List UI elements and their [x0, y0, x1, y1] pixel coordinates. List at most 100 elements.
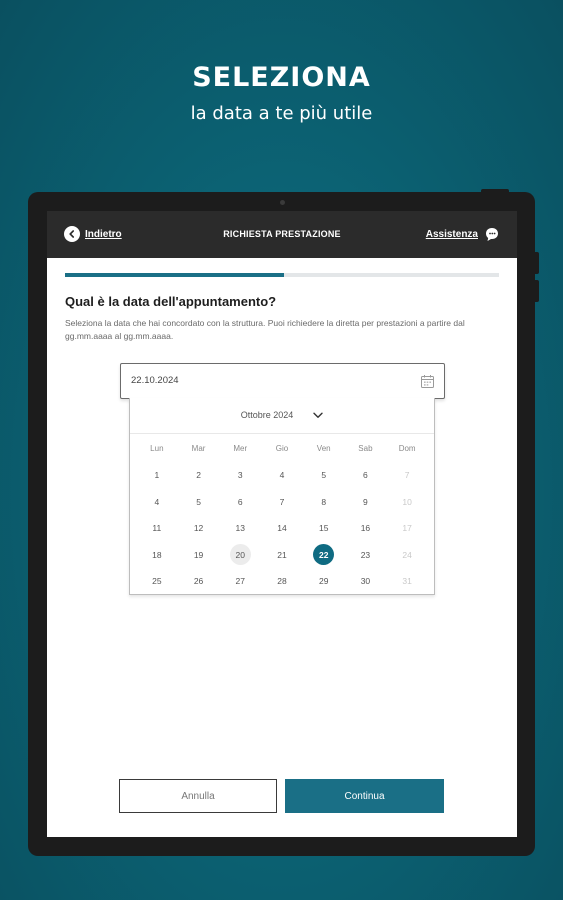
calendar-day: 17 — [386, 515, 428, 542]
calendar-day: 24 — [386, 542, 428, 569]
weekday-header: Mar — [191, 444, 206, 453]
app-screen: Indietro RICHIESTA PRESTAZIONE Assistenz… — [47, 211, 517, 837]
calendar-day[interactable]: 16 — [345, 515, 387, 542]
continue-button[interactable]: Continua — [285, 779, 444, 813]
calendar-day-label: 5 — [321, 470, 327, 481]
calendar-day[interactable]: 7 — [261, 489, 303, 516]
calendar-day[interactable]: 28 — [261, 568, 303, 595]
calendar-day-label: 11 — [152, 523, 162, 534]
calendar-day[interactable]: 8 — [303, 489, 345, 516]
calendar-icon[interactable] — [420, 374, 435, 389]
calendar-day: 7 — [386, 462, 428, 489]
calendar-day-label: 14 — [277, 523, 287, 534]
calendar-day[interactable]: 23 — [345, 542, 387, 569]
app-bar: Indietro RICHIESTA PRESTAZIONE Assistenz… — [47, 211, 517, 258]
calendar-day[interactable]: 18 — [136, 542, 178, 569]
calendar-day-label: 30 — [360, 576, 371, 587]
calendar-day-label: 28 — [277, 576, 287, 587]
chevron-down-icon — [313, 412, 323, 418]
tablet-volume-down-button — [535, 280, 539, 302]
calendar-day[interactable]: 14 — [261, 515, 303, 542]
calendar-day-label: 17 — [402, 523, 412, 534]
tablet-top-button — [481, 189, 509, 192]
calendar-day[interactable]: 19 — [178, 542, 220, 569]
calendar-day[interactable]: 25 — [136, 568, 178, 595]
calendar-day-label: 18 — [152, 549, 162, 560]
month-divider — [130, 433, 434, 434]
assistance-button[interactable]: Assistenza — [426, 226, 500, 242]
calendar-day-label: 19 — [193, 549, 204, 560]
weekday-header: Sab — [358, 444, 373, 453]
calendar-day-label: 21 — [277, 549, 287, 560]
calendar-day-label: 29 — [318, 576, 329, 587]
calendar-day-label: 15 — [318, 523, 329, 534]
calendar-day-label: 27 — [235, 576, 246, 587]
weekday-header: Ven — [316, 444, 331, 453]
tablet-camera — [280, 200, 285, 205]
calendar-day-label: 20 — [229, 544, 251, 566]
calendar-day[interactable]: 4 — [136, 489, 178, 516]
progress-bar — [65, 273, 499, 277]
calendar-day[interactable]: 5 — [178, 489, 220, 516]
calendar-day-label: 6 — [363, 470, 368, 481]
calendar-day-label: 12 — [193, 523, 204, 534]
calendar-day-label: 26 — [193, 576, 204, 587]
calendar-day[interactable]: 6 — [219, 489, 261, 516]
calendar-day[interactable]: 30 — [345, 568, 387, 595]
calendar-day: 31 — [386, 568, 428, 595]
calendar-day-label: 9 — [363, 496, 368, 507]
calendar-day-label: 3 — [237, 470, 243, 481]
calendar-day-label: 1 — [154, 470, 160, 481]
calendar-day-label: 4 — [154, 496, 160, 507]
calendar-day[interactable]: 5 — [303, 462, 345, 489]
calendar-day[interactable]: 2 — [178, 462, 220, 489]
calendar-day-label: 6 — [237, 496, 243, 507]
assistance-label: Assistenza — [425, 228, 478, 240]
calendar-day[interactable]: 26 — [178, 568, 220, 595]
calendar-day[interactable]: 15 — [303, 515, 345, 542]
calendar-day[interactable]: 4 — [261, 462, 303, 489]
calendar-day-selected[interactable]: 22 — [303, 542, 345, 569]
calendar-day-label: 13 — [235, 523, 246, 534]
calendar-day[interactable]: 13 — [219, 515, 261, 542]
weekday-header: Dom — [398, 444, 416, 453]
calendar-day-label: 5 — [196, 496, 201, 507]
calendar-day[interactable]: 21 — [261, 542, 303, 569]
calendar-day: 10 — [386, 489, 428, 516]
date-input-value: 22.10.2024 — [131, 375, 179, 386]
weekday-header: Lun — [150, 444, 164, 453]
calendar-day-label: 8 — [321, 496, 327, 507]
progress-bar-fill — [65, 273, 285, 277]
calendar-day-label: 22 — [313, 544, 335, 566]
cancel-button[interactable]: Annulla — [119, 779, 277, 813]
calendar-day[interactable]: 6 — [345, 462, 387, 489]
question-description: Seleziona la data che hai concordato con… — [65, 318, 465, 341]
calendar-day-label: 16 — [360, 523, 371, 534]
calendar-day-label: 4 — [279, 470, 285, 481]
calendar-day-label: 24 — [402, 549, 412, 560]
promo-title: SELEZIONA — [192, 62, 371, 93]
calendar-day-label: 25 — [152, 576, 162, 587]
calendar-day[interactable]: 29 — [303, 568, 345, 595]
calendar-popup: Ottobre 2024 Lun Mar Mer Gio Ven Sab Dom 1 2 3 4 5 6… — [129, 398, 435, 595]
calendar-day-label: 31 — [402, 576, 412, 587]
month-selector[interactable]: Ottobre 2024 — [130, 410, 434, 420]
tablet-volume-up-button — [535, 252, 539, 274]
calendar-day[interactable]: 20 — [219, 542, 261, 569]
question-heading: Qual è la data dell'appuntamento? — [65, 294, 277, 309]
calendar-day[interactable]: 1 — [136, 462, 178, 489]
promo-subtitle: la data a te più utile — [190, 103, 373, 124]
calendar-day-label: 2 — [196, 470, 201, 481]
calendar-day[interactable]: 9 — [345, 489, 387, 516]
calendar-day[interactable]: 3 — [219, 462, 261, 489]
weekday-header: Mer — [233, 444, 248, 453]
calendar-day[interactable]: 12 — [178, 515, 220, 542]
date-input[interactable]: 22.10.2024 — [120, 363, 445, 399]
chat-bubble-icon — [486, 228, 498, 241]
calendar-day-label: 23 — [360, 549, 371, 560]
month-label: Ottobre 2024 — [240, 410, 294, 420]
calendar-day[interactable]: 27 — [219, 568, 261, 595]
tablet-frame: Indietro RICHIESTA PRESTAZIONE Assistenz… — [28, 189, 539, 856]
calendar-day-label: 10 — [402, 496, 412, 507]
calendar-day[interactable]: 11 — [136, 515, 178, 542]
